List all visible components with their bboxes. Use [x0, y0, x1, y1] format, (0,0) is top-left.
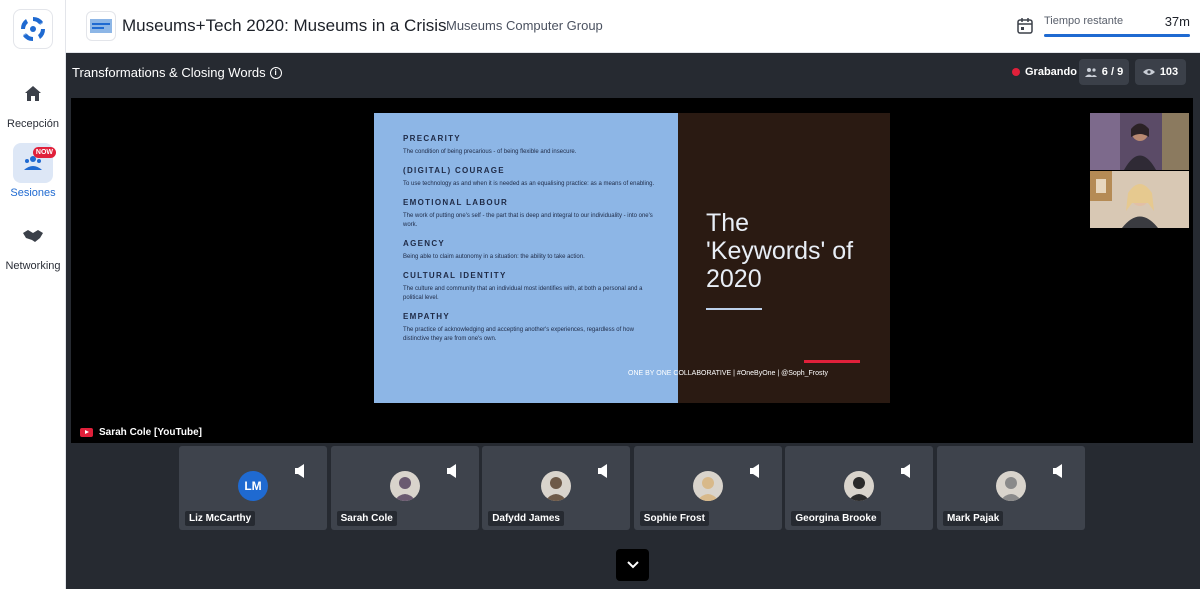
- chevron-down-icon: [626, 561, 639, 569]
- collapse-button[interactable]: [616, 549, 649, 581]
- avatar: [692, 471, 723, 501]
- keyword-term: (DIGITAL) COURAGE: [403, 166, 505, 175]
- speaker-camera-feed: [1090, 113, 1189, 170]
- slide-title-panel: The 'Keywords' of 2020: [678, 113, 890, 403]
- event-logo: [86, 11, 116, 41]
- viewers-count-badge[interactable]: 103: [1135, 59, 1186, 85]
- participant-name: Sophie Frost: [639, 511, 709, 526]
- speaker-icon[interactable]: [901, 464, 911, 478]
- now-badge: NOW: [32, 147, 56, 158]
- keyword-term: AGENCY: [403, 239, 446, 248]
- participant-tile[interactable]: Sophie Frost: [633, 446, 782, 530]
- viewers-count: 103: [1159, 66, 1179, 78]
- eye-icon: [1142, 69, 1155, 75]
- slide-accent-bar: [804, 360, 860, 363]
- home-icon: [13, 74, 53, 114]
- participant-tile[interactable]: Dafydd James: [482, 446, 631, 530]
- participant-name: Georgina Brooke: [791, 511, 881, 526]
- keyword-definition: The practice of acknowledging and accept…: [403, 327, 634, 342]
- keyword-term: CULTURAL IDENTITY: [403, 271, 507, 280]
- main-video[interactable]: PRECARITY The condition of being precario…: [71, 98, 1193, 443]
- speaker-icon[interactable]: [446, 464, 457, 478]
- session-title-text: Transformations & Closing Words: [72, 65, 266, 80]
- session-title: Transformations & Closing Words i: [72, 65, 282, 80]
- speakers-count-badge[interactable]: 6 / 9: [1079, 59, 1129, 85]
- keyword-definition: The condition of being precarious - of b…: [403, 149, 577, 155]
- people-icon: [1084, 68, 1097, 77]
- keyword-term: PRECARITY: [403, 134, 461, 143]
- keyword-term: EMPATHY: [403, 312, 451, 321]
- handshake-icon: [13, 216, 53, 256]
- keyword-definition: The work of putting one's self - the par…: [403, 213, 653, 228]
- presentation-slide: PRECARITY The condition of being precario…: [374, 113, 1189, 403]
- time-remaining-value: 37m: [1164, 14, 1190, 29]
- avatar: [389, 471, 420, 501]
- sidebar-item-label: Sesiones: [10, 187, 56, 199]
- organizer-link[interactable]: Museums Computer Group: [446, 18, 603, 33]
- speaker-icon[interactable]: [749, 464, 760, 478]
- time-remaining-label: Tiempo restante: [1044, 15, 1124, 27]
- sidebar-item-label: Networking: [5, 260, 61, 272]
- youtube-icon: [80, 428, 93, 437]
- slide-footer: ONE BY ONE COLLABORATIVE | #OneByOne | @…: [628, 370, 828, 377]
- slide-headline: The 'Keywords' of 2020: [706, 209, 853, 293]
- participant-tiles: LM Liz McCarthy Sarah Cole Dafydd James Soph…: [179, 446, 1087, 530]
- slide-headline-line: 'Keywords' of: [706, 237, 854, 265]
- slide-headline-line: The: [706, 209, 750, 237]
- info-icon[interactable]: i: [269, 66, 282, 79]
- session-stage: Transformations & Closing Words i Graban…: [66, 53, 1200, 589]
- keyword-definition: Being able to claim autonomy in a situat…: [403, 254, 585, 260]
- avatar: [996, 471, 1026, 501]
- sidebar-item-sessions[interactable]: NOW Sesiones: [0, 143, 66, 199]
- participant-name: Mark Pajak: [943, 511, 1004, 526]
- keyword-term: EMOTIONAL LABOUR: [403, 198, 509, 207]
- participant-tile[interactable]: LM Liz McCarthy: [179, 446, 327, 530]
- sidebar-item-label: Recepción: [7, 118, 59, 130]
- app-logo[interactable]: [13, 9, 53, 49]
- avatar: LM: [238, 471, 268, 501]
- slide-headline-line: 2020: [706, 265, 762, 293]
- speaker-icon[interactable]: [1053, 464, 1063, 478]
- left-sidebar: Recepción NOW Sesiones Networking: [0, 0, 66, 589]
- app-logo-icon: [20, 16, 46, 42]
- top-header: Museums+Tech 2020: Museums in a Crisis M…: [66, 0, 1200, 53]
- avatar: [844, 471, 875, 501]
- avatar: [541, 471, 572, 501]
- speakers-count: 6 / 9: [1101, 66, 1124, 78]
- participant-tile[interactable]: Mark Pajak: [937, 446, 1085, 530]
- speaker-icon[interactable]: [295, 464, 305, 478]
- participant-name: Liz McCarthy: [185, 511, 256, 526]
- participant-tile[interactable]: Sarah Cole: [330, 446, 479, 530]
- sidebar-item-reception[interactable]: Recepción: [0, 74, 66, 130]
- slide-divider: [706, 308, 762, 310]
- recording-dot-icon: [1012, 68, 1020, 76]
- participant-tile[interactable]: Georgina Brooke: [785, 446, 934, 530]
- time-remaining-fill: [1044, 34, 1190, 37]
- recording-indicator: Grabando: [1012, 66, 1077, 78]
- stream-source-label: Sarah Cole [YouTube]: [80, 427, 202, 438]
- event-title: Museums+Tech 2020: Museums in a Crisis: [122, 16, 447, 35]
- time-remaining-bar: [1044, 34, 1190, 37]
- sidebar-item-networking[interactable]: Networking: [0, 216, 66, 272]
- sessions-icon: NOW: [13, 143, 56, 183]
- speaker-icon[interactable]: [598, 464, 608, 478]
- speaker-camera-feed: [1090, 171, 1189, 228]
- calendar-icon: [1017, 18, 1033, 34]
- keywords-list: PRECARITY The condition of being precario…: [374, 113, 678, 403]
- stream-label-text: Sarah Cole [YouTube]: [99, 427, 202, 438]
- keyword-definition: To use technology as and when it is need…: [403, 181, 655, 187]
- participant-name: Sarah Cole: [336, 511, 397, 526]
- participant-name: Dafydd James: [488, 511, 564, 526]
- recording-label: Grabando: [1025, 66, 1077, 78]
- keyword-definition: The culture and community that an indivi…: [403, 286, 643, 301]
